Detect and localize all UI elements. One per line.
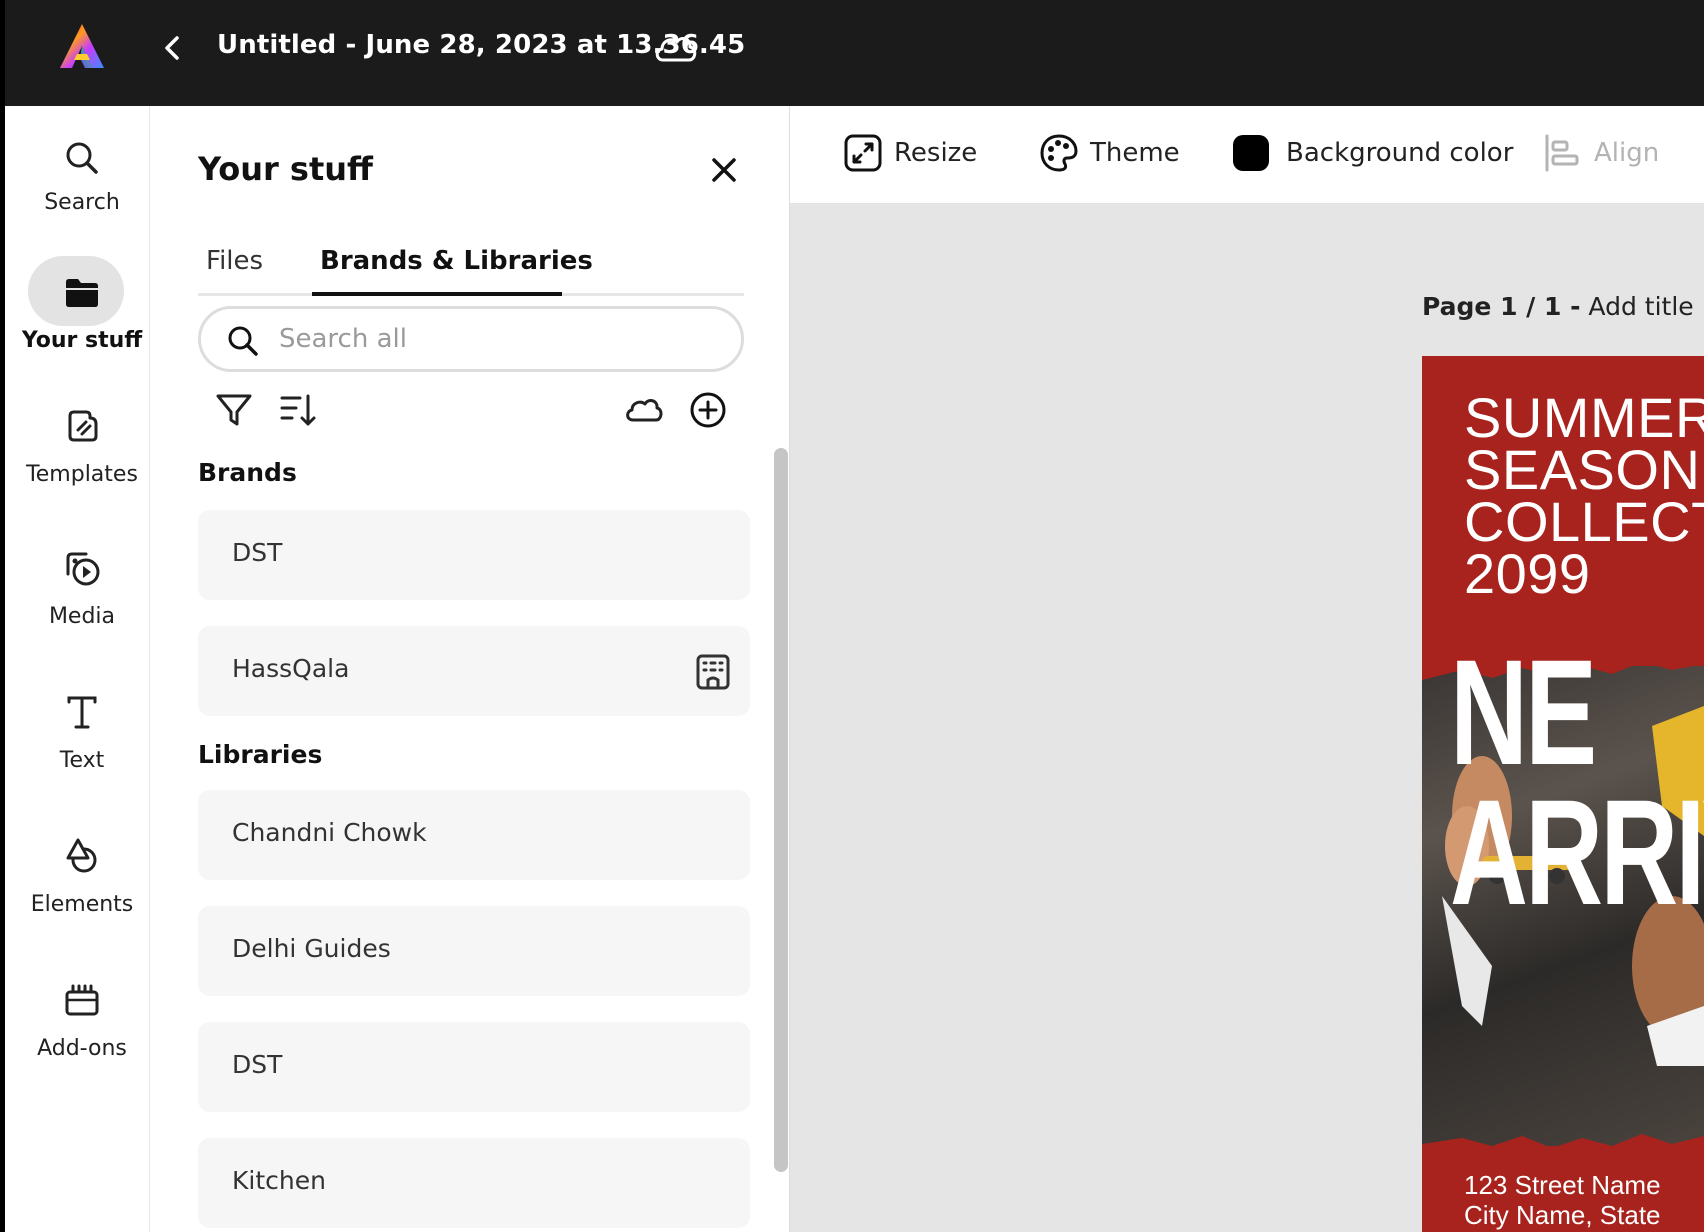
search-icon: [66, 142, 98, 174]
palette-icon: [1040, 134, 1078, 172]
rail-item-elements[interactable]: Elements: [10, 834, 154, 954]
poster-heading[interactable]: SUMMER SEASON COLLECT 2099: [1464, 390, 1704, 602]
library-name: Delhi Guides: [232, 934, 391, 963]
templates-icon: [68, 410, 98, 442]
search-icon: [228, 326, 258, 356]
library-name: Chandni Chowk: [232, 818, 427, 847]
library-name: Kitchen: [232, 1166, 326, 1195]
tab-files[interactable]: Files: [206, 246, 263, 276]
rail-item-your-stuff[interactable]: Your stuff: [10, 270, 154, 390]
sort-icon[interactable]: [276, 388, 320, 432]
page-title[interactable]: Page 1 / 1 - Add title: [1422, 292, 1694, 321]
resize-icon: [844, 134, 882, 172]
rail-item-templates[interactable]: Templates: [10, 404, 154, 524]
canvas-toolbar: Resize Theme Background color Align: [790, 106, 1704, 204]
brand-item[interactable]: HassQala: [198, 626, 750, 716]
cloud-sync-icon[interactable]: [651, 28, 699, 68]
tab-brands-libraries[interactable]: Brands & Libraries: [320, 246, 593, 276]
brand-name: HassQala: [232, 654, 350, 683]
rail-item-label: Templates: [26, 462, 138, 487]
search-box: [198, 306, 744, 372]
library-item[interactable]: DST: [198, 1022, 750, 1112]
rail-item-label: Your stuff: [21, 328, 143, 353]
rail-item-search[interactable]: Search: [10, 136, 154, 256]
rail-item-text[interactable]: Text: [10, 690, 154, 810]
library-item[interactable]: Delhi Guides: [198, 906, 750, 996]
top-bar: Untitled - June 28, 2023 at 13.36.45: [0, 0, 1704, 106]
text-icon: [67, 696, 97, 729]
panel-title: Your stuff: [198, 150, 373, 188]
media-icon: [66, 552, 100, 586]
poster-big-text-line2[interactable]: ARRIV: [1450, 766, 1704, 939]
rail-item-label: Text: [59, 748, 105, 773]
library-item[interactable]: Kitchen: [198, 1138, 750, 1228]
panel-scrollbar[interactable]: [774, 448, 788, 1172]
align-label: Align: [1594, 138, 1660, 168]
rail-item-label: Elements: [30, 892, 134, 917]
align-icon: [1545, 134, 1579, 172]
tab-bar: Files Brands & Libraries: [198, 238, 744, 296]
page-number: Page 1 / 1 -: [1422, 292, 1581, 321]
active-tab-indicator: [312, 292, 562, 296]
canvas-area: Resize Theme Background color Align Page…: [790, 106, 1704, 1232]
section-title-brands: Brands: [198, 458, 297, 487]
library-item[interactable]: Chandni Chowk: [198, 790, 750, 880]
building-icon: [696, 654, 730, 690]
library-name: DST: [232, 1050, 283, 1079]
add-title-text: Add title: [1580, 292, 1694, 321]
theme-label: Theme: [1090, 138, 1180, 168]
rail-item-label: Search: [44, 190, 120, 215]
cloud-icon[interactable]: [622, 388, 666, 432]
poster-address[interactable]: 123 Street Name City Name, State: [1464, 1170, 1661, 1230]
add-ons-icon: [65, 984, 99, 1016]
rail-item-label: Media: [48, 604, 116, 629]
torn-edge-bottom: [1422, 1134, 1704, 1166]
rail-item-media[interactable]: Media: [10, 546, 154, 666]
folder-icon: [66, 279, 98, 307]
add-circle-icon[interactable]: [686, 388, 730, 432]
back-chevron-icon[interactable]: [155, 28, 189, 68]
background-color-label: Background color: [1286, 138, 1514, 168]
filter-icon[interactable]: [212, 388, 256, 432]
rail-item-add-ons[interactable]: Add-ons: [10, 978, 154, 1098]
adobe-express-logo-icon[interactable]: [57, 22, 107, 72]
search-input[interactable]: [279, 317, 719, 361]
brand-item[interactable]: DST: [198, 510, 750, 600]
your-stuff-panel: Your stuff Files Brands & Libraries Bran…: [150, 106, 790, 1232]
brand-name: DST: [232, 538, 283, 567]
rail-item-label: Add-ons: [37, 1036, 127, 1061]
resize-label: Resize: [894, 138, 978, 168]
close-icon[interactable]: [706, 152, 742, 188]
left-rail: Search Your stuff Templates Media Text E…: [0, 106, 150, 1232]
poster-artboard[interactable]: SUMMER SEASON COLLECT 2099 NE ARRIV 123 …: [1422, 356, 1704, 1232]
color-swatch-icon: [1233, 135, 1269, 171]
elements-icon: [66, 838, 97, 873]
section-title-libraries: Libraries: [198, 740, 323, 769]
